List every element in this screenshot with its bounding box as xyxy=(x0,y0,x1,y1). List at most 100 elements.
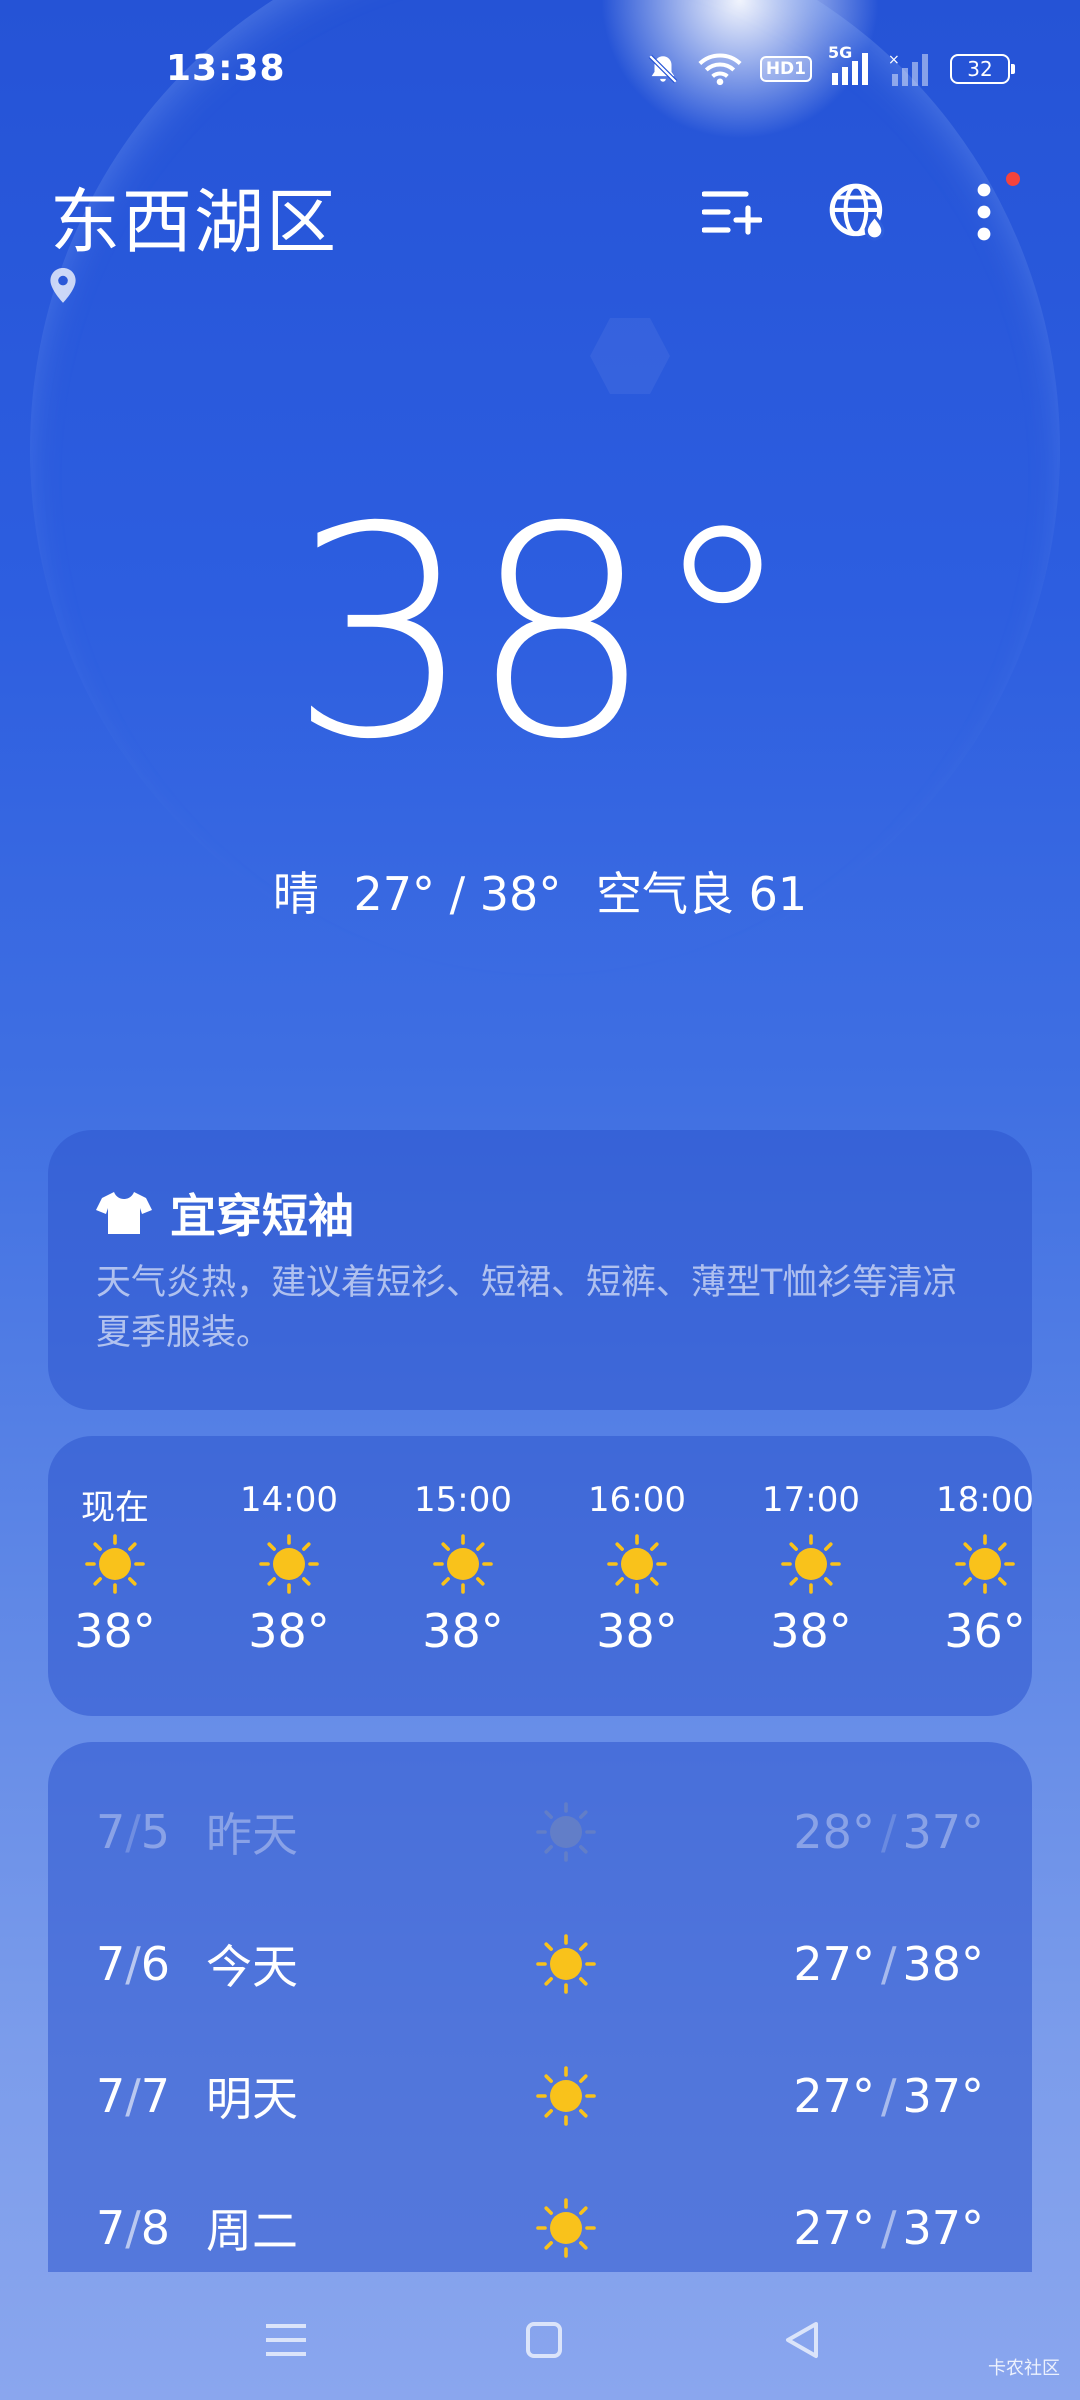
day-temp-range: 27°/37° xyxy=(793,2069,984,2123)
status-time: 13:38 xyxy=(166,48,286,89)
day-low: 27° xyxy=(793,2201,875,2255)
hour-item[interactable]: 现在 38° xyxy=(50,1480,180,1658)
day-row-yesterday[interactable]: 7/5 昨天 28°/37° xyxy=(96,1782,984,1882)
hour-temp: 36° xyxy=(944,1604,1026,1658)
signal-5g: 5G xyxy=(828,43,870,85)
battery-indicator: 32 xyxy=(950,54,1015,84)
day-month: 7 xyxy=(96,2069,126,2123)
status-icons: HD1 5G × 32 xyxy=(646,43,1015,86)
day-row-tuesday[interactable]: 7/8 周二 27°/37° xyxy=(96,2178,984,2272)
day-name: 今天 xyxy=(206,1940,298,1994)
day-temp-range: 27°/37° xyxy=(793,2201,984,2255)
day-name: 昨天 xyxy=(206,1808,298,1862)
hour-temp: 38° xyxy=(248,1604,330,1658)
location-pin-icon xyxy=(50,268,76,303)
hour-temp: 38° xyxy=(74,1604,156,1658)
day-date: 7/7 xyxy=(96,2069,171,2123)
navigation-bar: 卡农社区 xyxy=(0,2270,1080,2400)
current-temperature: 38° xyxy=(288,466,795,803)
day-high: 37° xyxy=(902,2069,984,2123)
more-options-button[interactable] xyxy=(952,172,1020,244)
daily-forecast[interactable]: 7/5 昨天 28°/37° 7/6 今天 27°/38° 7/7 明天 27°… xyxy=(48,1742,1032,2272)
day-high: 37° xyxy=(902,2201,984,2255)
day-day: 5 xyxy=(140,1805,171,1859)
hour-temp: 38° xyxy=(596,1604,678,1658)
square-icon xyxy=(526,2322,562,2358)
bell-muted-icon xyxy=(648,54,678,84)
hour-item[interactable]: 18:00 36° xyxy=(920,1480,1032,1658)
temperature-range: 27° / 38° xyxy=(353,867,562,921)
hour-temp: 38° xyxy=(422,1604,504,1658)
menu-icon xyxy=(266,2324,306,2356)
day-date: 7/6 xyxy=(96,1937,171,1991)
signal-bars-empty-icon: × xyxy=(888,52,928,86)
day-temp-range: 28°/37° xyxy=(793,1805,984,1859)
sun-icon xyxy=(536,1802,596,1862)
status-bar: 13:38 HD1 5G × 32 xyxy=(0,0,1080,140)
day-month: 7 xyxy=(96,1805,126,1859)
dress-advice-text: 天气炎热，建议着短衫、短裙、短裤、薄型T恤衫等清凉夏季服装。 xyxy=(96,1263,958,1353)
sun-icon xyxy=(955,1534,1015,1594)
day-low: 27° xyxy=(793,2069,875,2123)
dress-advice-title: 宜穿短袖 xyxy=(96,1180,354,1246)
day-date: 7/8 xyxy=(96,2201,171,2255)
day-row-tomorrow[interactable]: 7/7 明天 27°/37° xyxy=(96,2046,984,2146)
sun-icon xyxy=(781,1534,841,1594)
sun-icon xyxy=(259,1534,319,1594)
sun-icon xyxy=(536,2066,596,2126)
hour-label: 17:00 xyxy=(762,1480,860,1520)
hourly-forecast[interactable]: 现在 38° 14:00 38° 15:00 38° 16:00 38° 17:… xyxy=(48,1436,1032,1716)
hour-label: 18:00 xyxy=(936,1480,1032,1520)
hour-temp: 38° xyxy=(770,1604,852,1658)
hour-label: 15:00 xyxy=(414,1480,512,1520)
svg-text:×: × xyxy=(888,52,900,68)
weather-summary[interactable]: 晴 27° / 38° 空气良 61 xyxy=(0,858,1080,924)
recent-apps-button[interactable] xyxy=(256,2310,316,2370)
notification-dot xyxy=(1006,172,1020,186)
day-month: 7 xyxy=(96,2201,126,2255)
day-day: 8 xyxy=(140,2201,171,2255)
sun-icon xyxy=(536,1934,596,1994)
sun-icon xyxy=(536,2198,596,2258)
day-date: 7/5 xyxy=(96,1805,171,1859)
sun-icon xyxy=(607,1534,667,1594)
hd-badge: HD1 xyxy=(759,56,812,82)
day-low: 27° xyxy=(793,1937,875,1991)
hour-label: 现在 xyxy=(81,1488,149,1528)
day-month: 7 xyxy=(96,1937,126,1991)
globe-drop-icon xyxy=(829,183,885,241)
hour-item[interactable]: 15:00 38° xyxy=(398,1480,528,1658)
wifi-icon xyxy=(698,53,742,86)
day-row-today[interactable]: 7/6 今天 27°/38° xyxy=(96,1914,984,2014)
day-high: 37° xyxy=(902,1805,984,1859)
hour-label: 14:00 xyxy=(240,1480,338,1520)
dress-advice-card[interactable]: 宜穿短袖 天气炎热，建议着短衫、短裙、短裤、薄型T恤衫等清凉夏季服装。 xyxy=(48,1130,1032,1410)
dress-advice-label: 宜穿短袖 xyxy=(170,1189,354,1243)
air-quality: 空气良 61 xyxy=(595,867,808,921)
tshirt-icon xyxy=(96,1192,152,1234)
watermark: 卡农社区 xyxy=(988,2358,1060,2379)
day-low: 28° xyxy=(793,1805,875,1859)
day-name: 周二 xyxy=(206,2204,298,2258)
city-manage-button[interactable] xyxy=(700,180,764,244)
home-button[interactable] xyxy=(514,2310,574,2370)
day-temp-range: 27°/38° xyxy=(793,1937,984,1991)
day-name: 明天 xyxy=(206,2072,298,2126)
hour-label: 16:00 xyxy=(588,1480,686,1520)
list-add-icon xyxy=(702,191,762,235)
sun-icon xyxy=(85,1534,145,1594)
global-weather-button[interactable] xyxy=(826,180,890,244)
day-day: 7 xyxy=(140,2069,171,2123)
current-condition: 晴 xyxy=(272,867,319,921)
battery-level: 32 xyxy=(967,57,993,81)
network-label: 5G xyxy=(828,43,853,62)
hour-item[interactable]: 14:00 38° xyxy=(224,1480,354,1658)
city-name[interactable]: 东西湖区 xyxy=(50,166,338,267)
hour-item[interactable]: 16:00 38° xyxy=(572,1480,702,1658)
day-high: 38° xyxy=(902,1937,984,1991)
sun-icon xyxy=(433,1534,493,1594)
more-vertical-icon xyxy=(977,183,991,241)
hour-item[interactable]: 17:00 38° xyxy=(746,1480,876,1658)
back-button[interactable] xyxy=(772,2310,832,2370)
back-triangle-icon xyxy=(786,2322,818,2358)
